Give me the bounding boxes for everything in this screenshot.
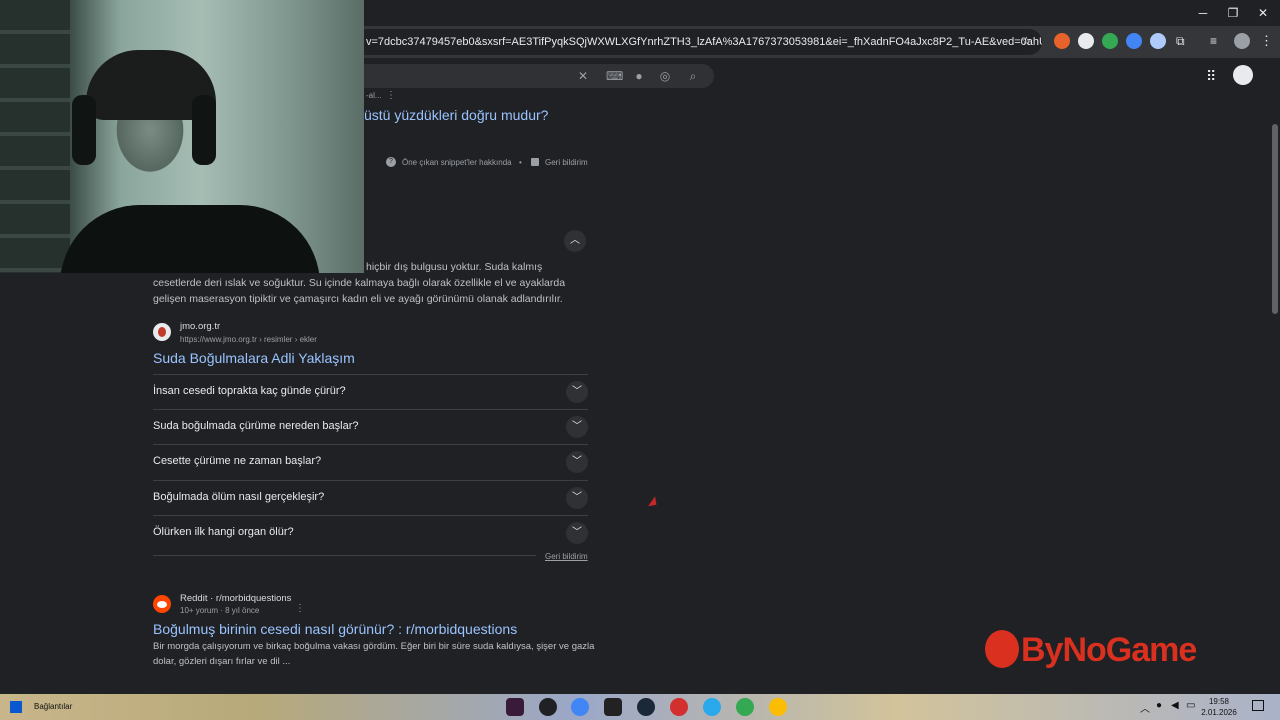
chrome-icon[interactable] — [736, 698, 754, 716]
app-icon[interactable] — [506, 698, 524, 716]
headphone-icon — [72, 95, 96, 165]
chrome-icon[interactable] — [571, 698, 589, 716]
notifications-icon[interactable] — [1252, 700, 1264, 711]
extension-icon[interactable] — [1054, 33, 1070, 49]
keyboard-icon[interactable]: ⌨ — [606, 69, 623, 83]
more-options-icon[interactable]: ⋮ — [386, 90, 396, 101]
snippet-body-line: gelişen maserasyon tipiktir ve çamaşırcı… — [153, 293, 563, 305]
chevron-down-icon[interactable]: ﹀ — [566, 451, 588, 473]
apps-grid-icon[interactable]: ⠿ — [1206, 68, 1216, 85]
lens-icon[interactable]: ◎ — [658, 69, 672, 83]
media-controls-icon[interactable]: ≡ — [1210, 34, 1217, 48]
divider — [153, 555, 536, 556]
microphone-tray-icon[interactable]: ● — [1156, 700, 1162, 711]
related-question[interactable]: Ölürken ilk hangi organ ölür? ﹀ — [153, 515, 588, 550]
bynogame-logo-icon — [985, 630, 1019, 668]
result-title-link[interactable]: Suda Boğulmalara Adli Yaklaşım — [153, 350, 355, 366]
minimize-button[interactable]: ─ — [1188, 4, 1218, 22]
obs-icon[interactable] — [539, 698, 557, 716]
shield-extension-icon[interactable] — [1150, 33, 1166, 49]
account-avatar[interactable] — [1233, 65, 1253, 85]
shield-extension-icon[interactable] — [1102, 33, 1118, 49]
related-question-text: Cesette çürüme ne zaman başlar? — [153, 455, 322, 467]
network-icon[interactable]: ▭ — [1186, 700, 1195, 711]
menu-kebab-icon[interactable]: ⋮ — [1260, 33, 1273, 49]
chrome-icon[interactable] — [769, 698, 787, 716]
snippet-body-line: cesetlerde deri ıslak ve soğuktur. Su iç… — [153, 277, 566, 289]
questions-feedback-link[interactable]: Geri bildirim — [545, 552, 588, 561]
telegram-icon[interactable] — [703, 698, 721, 716]
about-snippets-link[interactable]: Öne çıkan snippet'ler hakkında — [402, 158, 512, 167]
related-question-text: Suda boğulmada çürüme nereden başlar? — [153, 420, 359, 432]
headphone-icon — [192, 95, 216, 165]
profile-avatar[interactable] — [1234, 33, 1250, 49]
windows-start-icon[interactable] — [10, 701, 22, 713]
related-question[interactable]: Suda boğulmada çürüme nereden başlar? ﹀ — [153, 409, 588, 444]
related-question[interactable]: Cesette çürüme ne zaman başlar? ﹀ — [153, 444, 588, 479]
chevron-down-icon[interactable]: ﹀ — [566, 416, 588, 438]
person-shirt — [60, 205, 320, 273]
page-scrollbar[interactable] — [1270, 94, 1280, 694]
epic-games-icon[interactable] — [604, 698, 622, 716]
chevron-down-icon[interactable]: ﹀ — [566, 381, 588, 403]
watermark-text: ByNoGame — [1021, 631, 1197, 669]
result-snippet-line: dolar, gözleri dışarı fırlar ve dil ... — [153, 656, 291, 667]
close-window-button[interactable]: ✕ — [1248, 4, 1278, 22]
taskbar-label[interactable]: Bağlantılar — [34, 702, 72, 711]
more-options-icon[interactable]: ⋮ — [295, 603, 305, 614]
watermark-logo: ByNoGame — [985, 628, 1205, 672]
help-icon: ? — [386, 157, 396, 167]
taskbar-clock[interactable]: 19:58 2.01.2026 — [1198, 696, 1240, 718]
volume-icon[interactable]: ◀ — [1171, 700, 1179, 711]
address-bar[interactable]: v=7dcbc37479457eb0&sxsrf=AE3TifPyqkSQjWX… — [330, 29, 1042, 55]
related-question-text: İnsan cesedi toprakta kaç günde çürür? — [153, 385, 346, 397]
separator-dot: • — [519, 158, 522, 167]
extension-icon[interactable] — [1078, 33, 1094, 49]
related-question-text: Boğulmada ölüm nasıl gerçekleşir? — [153, 491, 325, 503]
related-question[interactable]: Boğulmada ölüm nasıl gerçekleşir? ﹀ — [153, 480, 588, 515]
result-url: https://www.jmo.org.tr › resimler › ekle… — [180, 335, 317, 344]
reddit-icon — [153, 595, 171, 613]
restore-button[interactable]: ❐ — [1218, 4, 1248, 22]
result-site-name: Reddit · r/morbidquestions — [180, 593, 292, 604]
search-input[interactable]: ✕ ⌨ ● ◎ ⌕ — [330, 64, 714, 88]
mouse-cursor-icon — [648, 496, 660, 510]
bookshelf-background — [0, 0, 70, 273]
clock-time: 19:58 — [1208, 697, 1230, 706]
result-site-name: jmo.org.tr — [180, 321, 221, 332]
result-meta: 10+ yorum · 8 yıl önce — [180, 606, 260, 615]
puzzle-extensions-icon[interactable]: ⧉ — [1176, 34, 1185, 49]
snippet-title[interactable]: üstü yüzdükleri doğru mudur? — [364, 107, 548, 123]
collapse-chevron-up-icon[interactable]: ︿ — [564, 230, 586, 252]
search-icon[interactable]: ⌕ — [686, 69, 700, 83]
bookmark-star-icon[interactable]: ☆ — [1021, 34, 1032, 48]
tray-chevron-up-icon[interactable]: ︿ — [1140, 700, 1150, 715]
windows-taskbar: Bağlantılar ︿ ● ◀ ▭ 19:58 2.01.2026 — [0, 694, 1280, 720]
microphone-icon[interactable]: ● — [632, 69, 646, 83]
snippet-source-trail: -al... — [366, 91, 382, 100]
reddit-face-icon — [157, 601, 167, 608]
webcam-overlay — [0, 0, 364, 273]
opera-icon[interactable] — [670, 698, 688, 716]
chevron-down-icon[interactable]: ﹀ — [566, 522, 588, 544]
steam-icon[interactable] — [637, 698, 655, 716]
snippet-body-fragment: hiçbir dış bulgusu yoktur. Suda kalmış — [366, 261, 543, 273]
scrollbar-thumb[interactable] — [1272, 124, 1278, 314]
related-question-text: Ölürken ilk hangi organ ölür? — [153, 526, 294, 538]
jmo-logo-icon — [158, 327, 166, 337]
related-question[interactable]: İnsan cesedi toprakta kaç günde çürür? ﹀ — [153, 374, 588, 409]
result-snippet-line: Bir morgda çalışıyorum ve birkaç boğulma… — [153, 641, 595, 652]
result-title-link[interactable]: Boğulmuş birinin cesedi nasıl görünür? :… — [153, 621, 517, 637]
feedback-icon — [531, 158, 539, 166]
clock-date: 2.01.2026 — [1201, 708, 1237, 717]
site-favicon — [153, 323, 171, 341]
feedback-link[interactable]: Geri bildirim — [545, 158, 588, 167]
clear-search-icon[interactable]: ✕ — [576, 69, 590, 83]
chevron-down-icon[interactable]: ﹀ — [566, 487, 588, 509]
extension-icon[interactable] — [1126, 33, 1142, 49]
